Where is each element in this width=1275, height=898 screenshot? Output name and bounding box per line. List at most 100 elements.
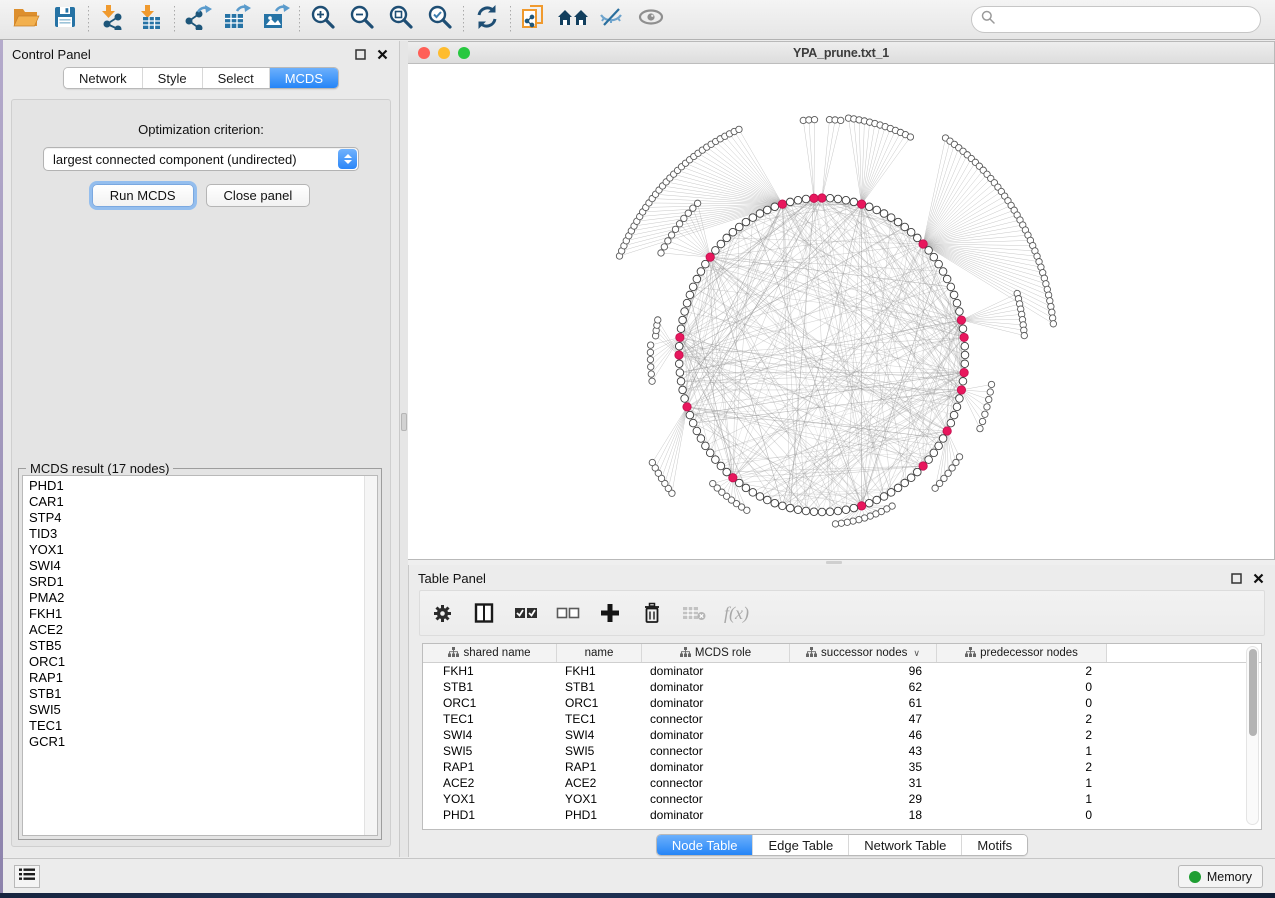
mcds-result-node[interactable]: ACE2: [23, 622, 363, 638]
cell-shared_name[interactable]: YOX1: [423, 791, 557, 807]
mcds-result-node[interactable]: YOX1: [23, 542, 363, 558]
mcds-result-scrollbar[interactable]: [364, 476, 377, 835]
cell-predecessor_nodes[interactable]: 1: [937, 775, 1107, 791]
mcds-result-list[interactable]: PHD1CAR1STP4TID3YOX1SWI4SRD1PMA2FKH1ACE2…: [22, 475, 378, 836]
add-row-icon[interactable]: [598, 601, 622, 625]
column-header-name[interactable]: name: [557, 644, 642, 662]
cell-predecessor_nodes[interactable]: 1: [937, 743, 1107, 759]
mcds-result-node[interactable]: GCR1: [23, 734, 363, 750]
cell-mcds_role[interactable]: connector: [642, 791, 790, 807]
export-table-button[interactable]: [221, 4, 253, 36]
table-row[interactable]: YOX1YOX1connector291: [423, 791, 1261, 807]
cell-name[interactable]: TEC1: [557, 711, 642, 727]
tab-edge-table[interactable]: Edge Table: [752, 835, 848, 855]
mcds-result-node[interactable]: SWI5: [23, 702, 363, 718]
maximize-window-icon[interactable]: [458, 47, 470, 59]
table-row[interactable]: FKH1FKH1dominator962: [423, 663, 1261, 679]
cell-predecessor_nodes[interactable]: 2: [937, 711, 1107, 727]
tab-node-table[interactable]: Node Table: [657, 835, 753, 855]
mcds-result-node[interactable]: FKH1: [23, 606, 363, 622]
refresh-button[interactable]: [471, 4, 503, 36]
cell-successor_nodes[interactable]: 61: [790, 695, 937, 711]
cell-shared_name[interactable]: SWI5: [423, 743, 557, 759]
column-header-successor-nodes[interactable]: successor nodes∨: [790, 644, 937, 662]
open-file-button[interactable]: [10, 4, 42, 36]
cell-mcds_role[interactable]: dominator: [642, 695, 790, 711]
cell-shared_name[interactable]: RAP1: [423, 759, 557, 775]
mcds-result-node[interactable]: STP4: [23, 510, 363, 526]
select-all-icon[interactable]: [514, 601, 538, 625]
table-row[interactable]: RAP1RAP1dominator352: [423, 759, 1261, 775]
mcds-result-node[interactable]: STB5: [23, 638, 363, 654]
cell-name[interactable]: RAP1: [557, 759, 642, 775]
table-row[interactable]: PHD1PHD1dominator180: [423, 807, 1261, 823]
cell-shared_name[interactable]: ORC1: [423, 695, 557, 711]
show-all-button[interactable]: [635, 4, 667, 36]
mcds-result-node[interactable]: RAP1: [23, 670, 363, 686]
vertical-splitter-handle[interactable]: [401, 413, 407, 431]
save-session-button[interactable]: [49, 4, 81, 36]
memory-button[interactable]: Memory: [1178, 865, 1263, 888]
cell-predecessor_nodes[interactable]: 0: [937, 807, 1107, 823]
first-neighbors-button[interactable]: [557, 4, 589, 36]
cell-shared_name[interactable]: STB1: [423, 679, 557, 695]
cell-predecessor_nodes[interactable]: 2: [937, 759, 1107, 775]
cell-mcds_role[interactable]: connector: [642, 775, 790, 791]
hide-selected-button[interactable]: [596, 4, 628, 36]
tab-network-table[interactable]: Network Table: [848, 835, 961, 855]
cell-name[interactable]: PHD1: [557, 807, 642, 823]
mcds-result-node[interactable]: PHD1: [23, 478, 363, 494]
zoom-in-button[interactable]: [307, 4, 339, 36]
cell-name[interactable]: SWI5: [557, 743, 642, 759]
cell-successor_nodes[interactable]: 18: [790, 807, 937, 823]
cell-name[interactable]: SWI4: [557, 727, 642, 743]
cell-successor_nodes[interactable]: 62: [790, 679, 937, 695]
cell-mcds_role[interactable]: dominator: [642, 663, 790, 679]
run-mcds-button[interactable]: Run MCDS: [92, 184, 194, 207]
cell-shared_name[interactable]: ACE2: [423, 775, 557, 791]
cell-successor_nodes[interactable]: 43: [790, 743, 937, 759]
show-panels-button[interactable]: [14, 865, 40, 888]
tab-motifs[interactable]: Motifs: [961, 835, 1027, 855]
mcds-result-node[interactable]: STB1: [23, 686, 363, 702]
mcds-result-node[interactable]: ORC1: [23, 654, 363, 670]
table-row[interactable]: SWI4SWI4dominator462: [423, 727, 1261, 743]
cell-mcds_role[interactable]: dominator: [642, 807, 790, 823]
zoom-selected-button[interactable]: [424, 4, 456, 36]
cell-name[interactable]: STB1: [557, 679, 642, 695]
close-window-icon[interactable]: [418, 47, 430, 59]
cell-name[interactable]: YOX1: [557, 791, 642, 807]
cell-name[interactable]: ORC1: [557, 695, 642, 711]
settings-gear-icon[interactable]: [430, 601, 454, 625]
table-row[interactable]: ACE2ACE2connector311: [423, 775, 1261, 791]
cell-shared_name[interactable]: TEC1: [423, 711, 557, 727]
tab-style[interactable]: Style: [142, 68, 202, 88]
search-input[interactable]: [1001, 12, 1251, 27]
cell-predecessor_nodes[interactable]: 0: [937, 679, 1107, 695]
mcds-result-node[interactable]: PMA2: [23, 590, 363, 606]
table-row[interactable]: ORC1ORC1dominator610: [423, 695, 1261, 711]
close-panel-icon[interactable]: [1250, 570, 1266, 586]
cell-successor_nodes[interactable]: 35: [790, 759, 937, 775]
tab-network[interactable]: Network: [64, 68, 142, 88]
show-column-icon[interactable]: [472, 601, 496, 625]
minimize-window-icon[interactable]: [438, 47, 450, 59]
horizontal-splitter-handle[interactable]: [826, 561, 842, 564]
column-header-MCDS-role[interactable]: MCDS role: [642, 644, 790, 662]
mcds-result-node[interactable]: TID3: [23, 526, 363, 542]
cell-shared_name[interactable]: SWI4: [423, 727, 557, 743]
cell-predecessor_nodes[interactable]: 0: [937, 695, 1107, 711]
cell-predecessor_nodes[interactable]: 2: [937, 727, 1107, 743]
cell-shared_name[interactable]: PHD1: [423, 807, 557, 823]
cell-successor_nodes[interactable]: 29: [790, 791, 937, 807]
cell-name[interactable]: FKH1: [557, 663, 642, 679]
table-row[interactable]: TEC1TEC1connector472: [423, 711, 1261, 727]
cell-name[interactable]: ACE2: [557, 775, 642, 791]
zoom-out-button[interactable]: [346, 4, 378, 36]
network-window-titlebar[interactable]: YPA_prune.txt_1: [408, 42, 1274, 64]
import-table-button[interactable]: [135, 4, 167, 36]
table-row[interactable]: SWI5SWI5connector431: [423, 743, 1261, 759]
close-panel-button[interactable]: Close panel: [206, 184, 311, 207]
close-panel-icon[interactable]: [374, 46, 390, 62]
cell-mcds_role[interactable]: dominator: [642, 727, 790, 743]
